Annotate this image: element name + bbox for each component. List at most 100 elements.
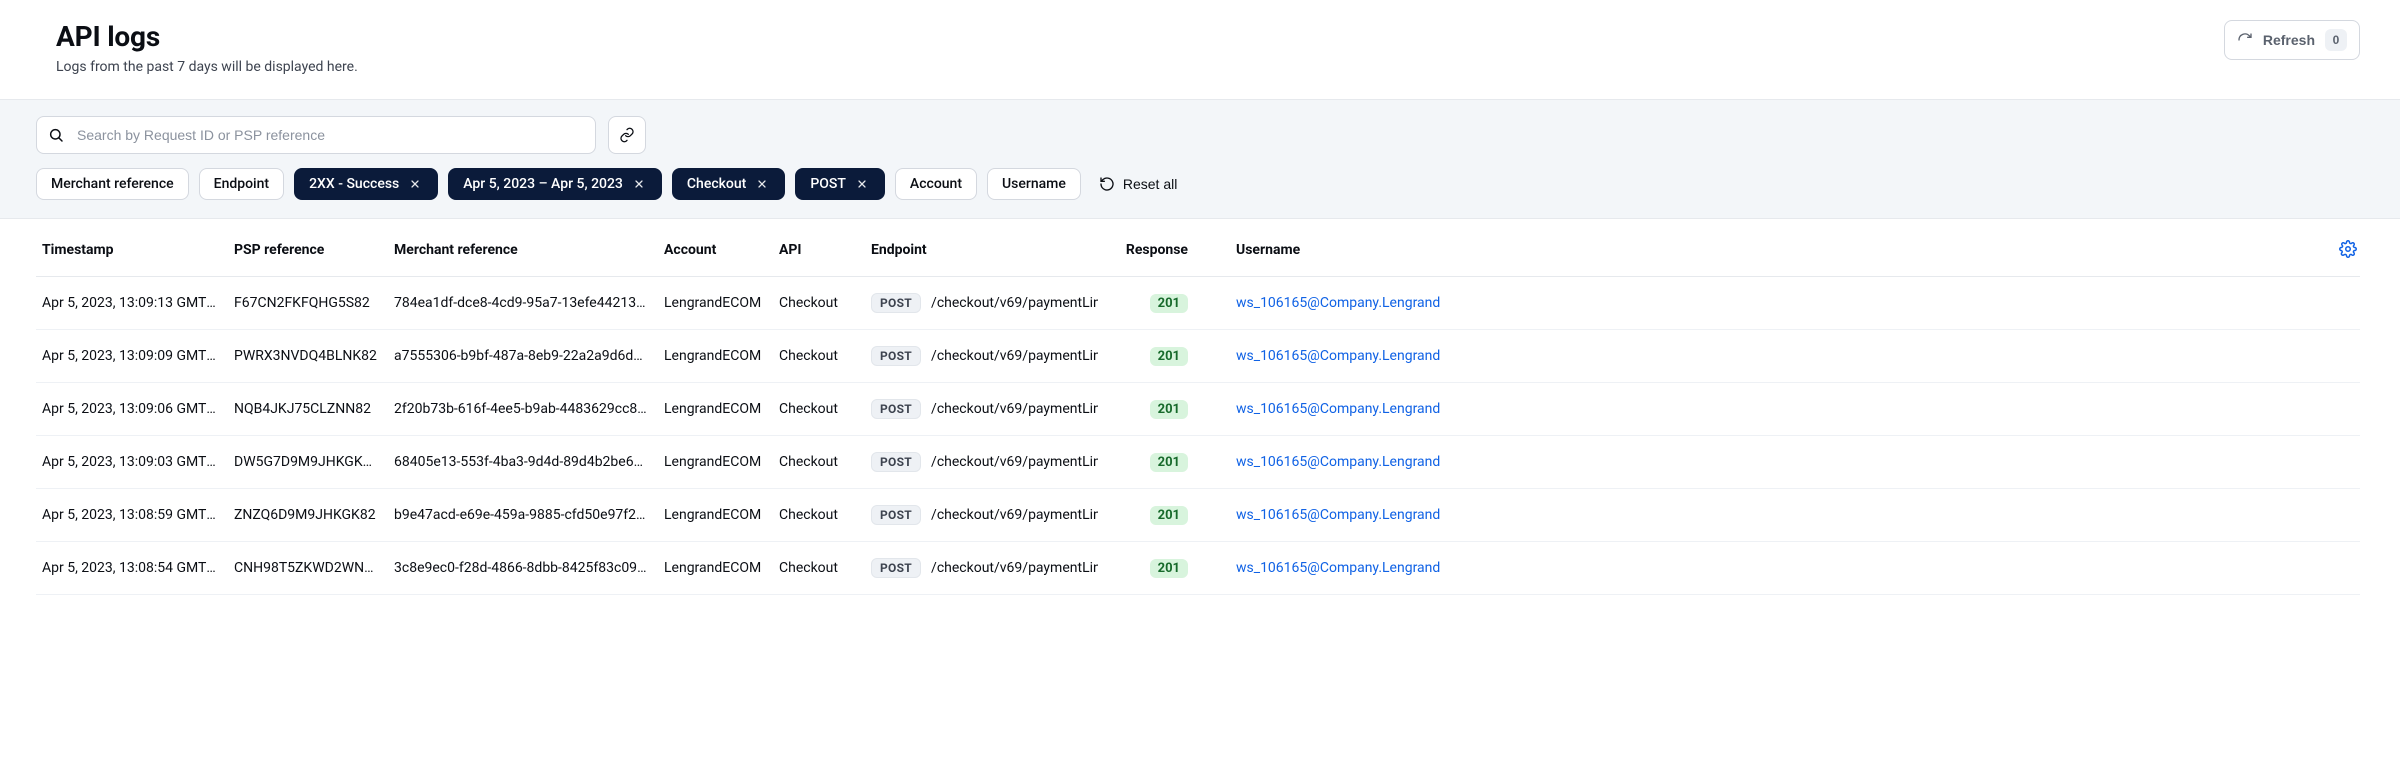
table-row[interactable]: Apr 5, 2023, 13:09:13 GMT+2F67CN2FKFQHG5… (36, 277, 2360, 330)
filter-endpoint[interactable]: Endpoint (199, 168, 284, 200)
endpoint-path: /checkout/v69/paymentLinks (931, 295, 1098, 311)
refresh-icon (2237, 32, 2253, 48)
username-link[interactable]: ws_106165@Company.Lengrand (1236, 560, 1440, 576)
col-timestamp[interactable]: Timestamp (36, 219, 226, 277)
cell-spacer (2320, 383, 2360, 436)
col-settings (2320, 219, 2360, 277)
col-response[interactable]: Response (1098, 219, 1228, 277)
cell-response: 201 (1098, 542, 1228, 595)
username-link[interactable]: ws_106165@Company.Lengrand (1236, 295, 1440, 311)
endpoint-path: /checkout/v69/paymentLinks (931, 454, 1098, 470)
filter-api[interactable]: Checkout (672, 168, 785, 200)
cell-timestamp: Apr 5, 2023, 13:09:13 GMT+2 (36, 277, 226, 330)
col-endpoint[interactable]: Endpoint (863, 219, 1098, 277)
method-pill: POST (871, 558, 921, 578)
cell-timestamp: Apr 5, 2023, 13:08:54 GMT+2 (36, 542, 226, 595)
copy-link-button[interactable] (608, 116, 646, 154)
method-pill: POST (871, 346, 921, 366)
reset-label: Reset all (1123, 176, 1177, 192)
filter-date-range[interactable]: Apr 5, 2023 – Apr 5, 2023 (448, 168, 662, 200)
cell-account: LengrandECOM (656, 330, 771, 383)
endpoint-path: /checkout/v69/paymentLinks (931, 401, 1098, 417)
filter-label: Account (910, 176, 962, 192)
close-icon[interactable] (754, 176, 770, 192)
username-link[interactable]: ws_106165@Company.Lengrand (1236, 507, 1440, 523)
search-box (36, 116, 596, 154)
refresh-button[interactable]: Refresh 0 (2224, 20, 2360, 60)
table-row[interactable]: Apr 5, 2023, 13:09:09 GMT+2PWRX3NVDQ4BLN… (36, 330, 2360, 383)
filter-method[interactable]: POST (795, 168, 885, 200)
method-pill: POST (871, 399, 921, 419)
page-subtitle: Logs from the past 7 days will be displa… (56, 59, 358, 75)
cell-api: Checkout (771, 489, 863, 542)
refresh-count: 0 (2325, 29, 2347, 51)
response-pill: 201 (1150, 347, 1188, 366)
search-icon (48, 127, 64, 143)
col-account[interactable]: Account (656, 219, 771, 277)
endpoint-cell: POST/checkout/v69/paymentLinks (871, 293, 1090, 313)
cell-merch: 68405e13-553f-4ba3-9d4d-89d4b2be6a09 (386, 436, 656, 489)
response-pill: 201 (1150, 294, 1188, 313)
table-row[interactable]: Apr 5, 2023, 13:08:59 GMT+2ZNZQ6D9M9JHKG… (36, 489, 2360, 542)
col-api[interactable]: API (771, 219, 863, 277)
filter-label: 2XX - Success (309, 176, 399, 192)
filter-merchant-reference[interactable]: Merchant reference (36, 168, 189, 200)
cell-psp: DW5G7D9M9JHKGK82 (226, 436, 386, 489)
cell-spacer (2320, 330, 2360, 383)
cell-api: Checkout (771, 277, 863, 330)
endpoint-path: /checkout/v69/paymentLinks (931, 348, 1098, 364)
filter-account[interactable]: Account (895, 168, 977, 200)
username-link[interactable]: ws_106165@Company.Lengrand (1236, 454, 1440, 470)
cell-endpoint: POST/checkout/v69/paymentLinks (863, 277, 1098, 330)
reset-filters-button[interactable]: Reset all (1091, 168, 1185, 200)
cell-username: ws_106165@Company.Lengrand (1228, 489, 2320, 542)
endpoint-cell: POST/checkout/v69/paymentLinks (871, 399, 1090, 419)
col-username[interactable]: Username (1228, 219, 2320, 277)
filter-label: Checkout (687, 176, 746, 192)
search-input[interactable] (36, 116, 596, 154)
cell-response: 201 (1098, 330, 1228, 383)
link-icon (619, 127, 635, 143)
response-pill: 201 (1150, 559, 1188, 578)
cell-response: 201 (1098, 277, 1228, 330)
close-icon[interactable] (407, 176, 423, 192)
table-row[interactable]: Apr 5, 2023, 13:08:54 GMT+2CNH98T5ZKWD2W… (36, 542, 2360, 595)
page-header: API logs Logs from the past 7 days will … (0, 0, 2400, 100)
cell-merch: 2f20b73b-616f-4ee5-b9ab-4483629cc84a (386, 383, 656, 436)
cell-response: 201 (1098, 436, 1228, 489)
cell-timestamp: Apr 5, 2023, 13:09:06 GMT+2 (36, 383, 226, 436)
cell-spacer (2320, 277, 2360, 330)
col-psp-reference[interactable]: PSP reference (226, 219, 386, 277)
filter-label: Apr 5, 2023 – Apr 5, 2023 (463, 176, 623, 192)
table-row[interactable]: Apr 5, 2023, 13:09:06 GMT+2NQB4JKJ75CLZN… (36, 383, 2360, 436)
filter-label: POST (810, 176, 846, 192)
cell-timestamp: Apr 5, 2023, 13:08:59 GMT+2 (36, 489, 226, 542)
col-merchant-reference[interactable]: Merchant reference (386, 219, 656, 277)
cell-api: Checkout (771, 542, 863, 595)
cell-account: LengrandECOM (656, 489, 771, 542)
cell-merch: 784ea1df-dce8-4cd9-95a7-13efe44213b5 (386, 277, 656, 330)
close-icon[interactable] (631, 176, 647, 192)
cell-api: Checkout (771, 383, 863, 436)
table-row[interactable]: Apr 5, 2023, 13:09:03 GMT+2DW5G7D9M9JHKG… (36, 436, 2360, 489)
endpoint-cell: POST/checkout/v69/paymentLinks (871, 505, 1090, 525)
table-header-row: Timestamp PSP reference Merchant referen… (36, 219, 2360, 277)
filter-chips: Merchant reference Endpoint 2XX - Succes… (36, 168, 2360, 200)
filter-username[interactable]: Username (987, 168, 1081, 200)
cell-merch: 3c8e9ec0-f28d-4866-8dbb-8425f83c09a8 (386, 542, 656, 595)
cell-account: LengrandECOM (656, 383, 771, 436)
table-settings-button[interactable] (2336, 237, 2360, 261)
logs-table-wrap: Timestamp PSP reference Merchant referen… (0, 219, 2400, 595)
cell-spacer (2320, 542, 2360, 595)
filter-label: Endpoint (214, 176, 269, 192)
cell-timestamp: Apr 5, 2023, 13:09:03 GMT+2 (36, 436, 226, 489)
close-icon[interactable] (854, 176, 870, 192)
cell-username: ws_106165@Company.Lengrand (1228, 542, 2320, 595)
username-link[interactable]: ws_106165@Company.Lengrand (1236, 401, 1440, 417)
cell-username: ws_106165@Company.Lengrand (1228, 330, 2320, 383)
filter-status[interactable]: 2XX - Success (294, 168, 438, 200)
username-link[interactable]: ws_106165@Company.Lengrand (1236, 348, 1440, 364)
endpoint-cell: POST/checkout/v69/paymentLinks (871, 558, 1090, 578)
page-title: API logs (56, 20, 358, 53)
cell-psp: NQB4JKJ75CLZNN82 (226, 383, 386, 436)
